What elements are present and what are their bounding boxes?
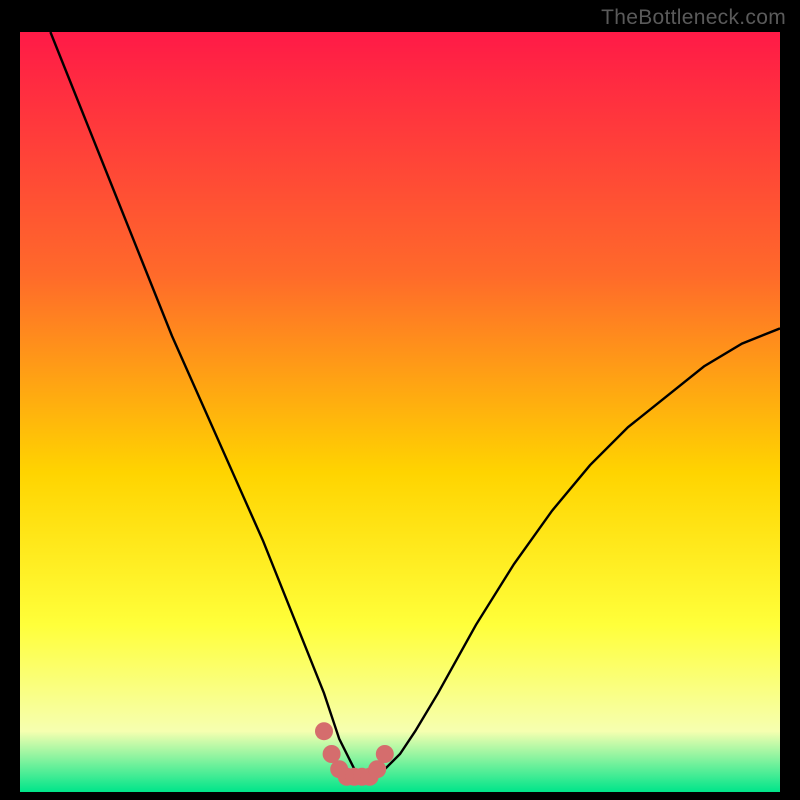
gradient-background bbox=[20, 32, 780, 792]
marker-point bbox=[376, 745, 394, 763]
marker-point bbox=[315, 722, 333, 740]
bottleneck-chart bbox=[20, 32, 780, 792]
chart-frame bbox=[20, 32, 780, 792]
watermark-text: TheBottleneck.com bbox=[601, 6, 786, 30]
